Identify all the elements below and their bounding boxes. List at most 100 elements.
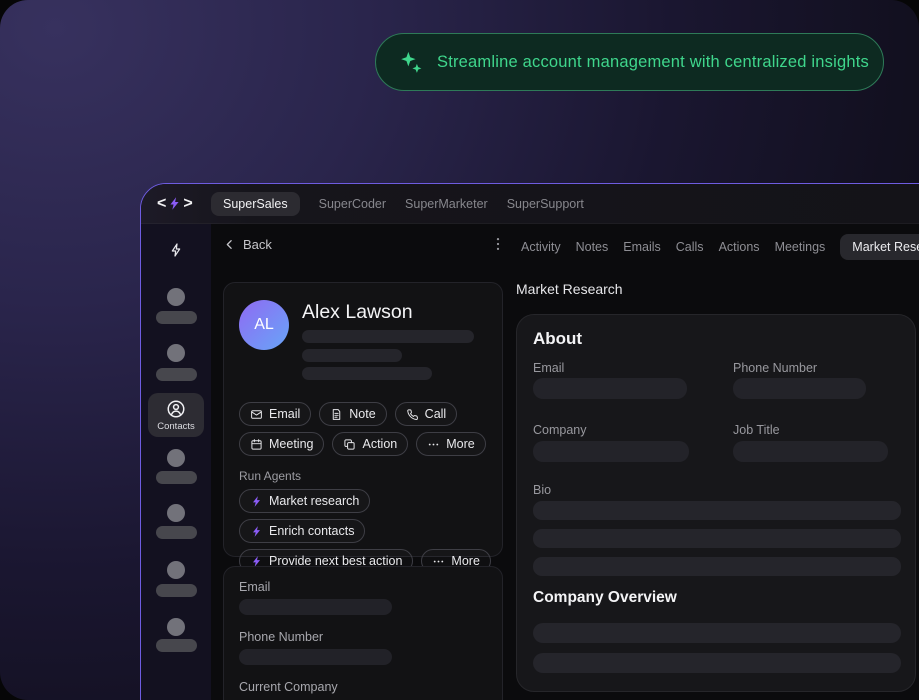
sparkles-icon	[398, 49, 425, 76]
logo-left-bracket: <	[157, 195, 166, 213]
company-overview-skeleton-line	[533, 623, 901, 643]
company-overview-title: Company Overview	[533, 589, 677, 607]
tab-notes[interactable]: Notes	[576, 240, 609, 254]
sidebar-contacts-label: Contacts	[157, 421, 195, 432]
panel-title: Market Research	[516, 281, 623, 297]
run-agents-label: Run Agents	[239, 469, 301, 483]
calendar-icon	[250, 438, 263, 451]
skeleton-bar	[156, 311, 197, 324]
skeleton-circle	[167, 504, 185, 522]
more-actions-button[interactable]: More	[416, 432, 485, 456]
contact-fields-card: Email Phone Number Current Company	[223, 566, 503, 700]
company-field-label: Current Company	[239, 680, 338, 694]
skeleton-circle	[167, 561, 185, 579]
lightning-bolt-icon	[167, 196, 182, 211]
skeleton-circle	[167, 618, 185, 636]
kebab-menu-icon[interactable]	[489, 235, 507, 253]
about-phone-label: Phone Number	[733, 361, 817, 375]
enrich-contacts-agent-button[interactable]: Enrich contacts	[239, 519, 365, 543]
ellipsis-icon	[427, 438, 440, 451]
call-button[interactable]: Call	[395, 402, 458, 426]
skeleton-bar	[156, 639, 197, 652]
skeleton-bar	[156, 584, 197, 597]
about-phone-skeleton	[733, 378, 866, 399]
nav-tab-supercoder[interactable]: SuperCoder	[319, 197, 386, 211]
skeleton-bar	[302, 367, 432, 380]
about-bio-label: Bio	[533, 483, 551, 497]
market-research-card: About Email Phone Number Company Job Tit…	[516, 314, 916, 692]
company-overview-skeleton-line	[533, 653, 901, 673]
about-job-label: Job Title	[733, 423, 780, 437]
note-icon	[330, 408, 343, 421]
insights-banner: Streamline account management with centr…	[375, 33, 884, 91]
contact-person-icon	[166, 399, 186, 419]
bolt-icon	[250, 525, 263, 538]
action-button[interactable]: Action	[332, 432, 408, 456]
tab-calls[interactable]: Calls	[676, 240, 704, 254]
detail-tabs: Activity Notes Emails Calls Actions Meet…	[521, 224, 919, 270]
phone-field-label: Phone Number	[239, 630, 323, 644]
skeleton-bar	[302, 330, 474, 343]
skeleton-bar	[156, 471, 197, 484]
about-company-label: Company	[533, 423, 587, 437]
bio-skeleton-line	[533, 557, 901, 576]
about-company-skeleton	[533, 441, 689, 462]
email-button[interactable]: Email	[239, 402, 311, 426]
email-button-label: Email	[269, 407, 300, 421]
envelope-icon	[250, 408, 263, 421]
back-button[interactable]: Back	[223, 237, 272, 252]
about-title: About	[533, 329, 582, 349]
bolt-icon	[250, 495, 263, 508]
tab-meetings[interactable]: Meetings	[775, 240, 826, 254]
market-research-agent-button[interactable]: Market research	[239, 489, 370, 513]
chevron-left-icon	[223, 238, 236, 251]
about-email-label: Email	[533, 361, 564, 375]
action-button-label: Action	[362, 437, 397, 451]
contact-profile-card: AL Alex Lawson Email Note	[223, 282, 503, 557]
market-research-agent-label: Market research	[269, 494, 359, 508]
contact-action-buttons: Email Note Call Meeting	[239, 402, 491, 456]
nav-tab-supersales[interactable]: SuperSales	[211, 192, 300, 216]
app-body: Contacts	[141, 224, 919, 700]
tab-actions[interactable]: Actions	[719, 240, 760, 254]
call-button-label: Call	[425, 407, 447, 421]
skeleton-bar	[156, 526, 197, 539]
app-nav-tabs: SuperSales SuperCoder SuperMarketer Supe…	[211, 192, 584, 216]
nav-tab-supermarketer[interactable]: SuperMarketer	[405, 197, 488, 211]
skeleton-circle	[167, 344, 185, 362]
note-button[interactable]: Note	[319, 402, 386, 426]
app-header: < > SuperSales SuperCoder SuperMarketer …	[141, 184, 919, 224]
tab-market-research[interactable]: Market Research	[840, 234, 919, 260]
banner-text: Streamline account management with centr…	[437, 53, 869, 72]
skeleton-bar	[302, 349, 402, 362]
action-copy-icon	[343, 438, 356, 451]
agent-buttons: Market research Enrich contacts Provide …	[239, 489, 491, 573]
meeting-button[interactable]: Meeting	[239, 432, 324, 456]
skeleton-circle	[167, 449, 185, 467]
nav-tab-supersupport[interactable]: SuperSupport	[507, 197, 584, 211]
bolt-icon	[168, 242, 184, 258]
meeting-button-label: Meeting	[269, 437, 313, 451]
screenshot-stage: Streamline account management with centr…	[0, 0, 919, 700]
bio-skeleton-line	[533, 501, 901, 520]
app-logo: < >	[157, 195, 209, 213]
logo-right-bracket: >	[183, 195, 192, 213]
avatar: AL	[239, 300, 289, 350]
phone-field-skeleton	[239, 649, 392, 665]
back-label: Back	[243, 237, 272, 252]
main-content: Back AL Alex Lawson Email	[211, 224, 919, 700]
tab-activity[interactable]: Activity	[521, 240, 561, 254]
email-field-label: Email	[239, 580, 270, 594]
about-email-skeleton	[533, 378, 687, 399]
about-job-skeleton	[733, 441, 888, 462]
tab-emails[interactable]: Emails	[623, 240, 661, 254]
skeleton-circle	[167, 288, 185, 306]
sidebar: Contacts	[141, 224, 211, 700]
sidebar-item-contacts[interactable]: Contacts	[148, 393, 204, 437]
enrich-contacts-agent-label: Enrich contacts	[269, 524, 354, 538]
email-field-skeleton	[239, 599, 392, 615]
phone-icon	[406, 408, 419, 421]
contact-name: Alex Lawson	[302, 301, 413, 324]
more-actions-label: More	[446, 437, 474, 451]
note-button-label: Note	[349, 407, 375, 421]
